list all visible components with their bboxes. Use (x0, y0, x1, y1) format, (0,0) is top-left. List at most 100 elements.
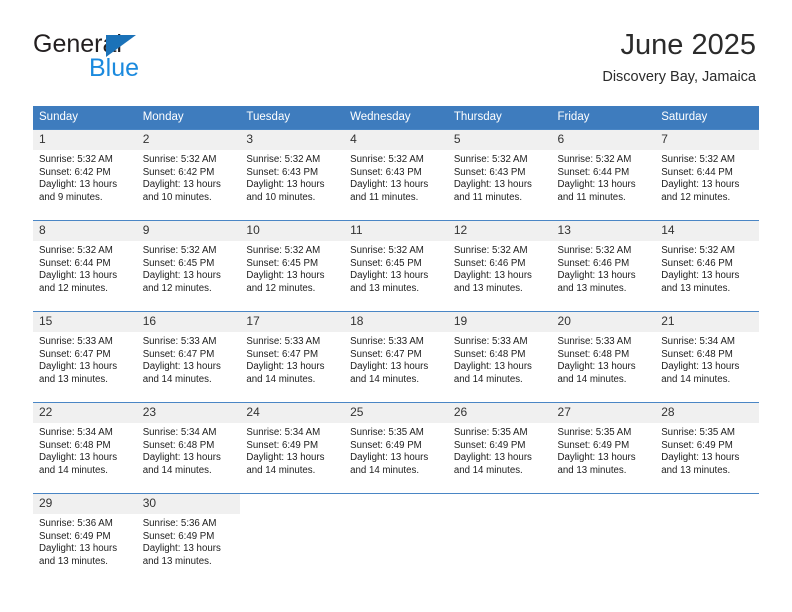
sunset-text: Sunset: 6:42 PM (142, 166, 215, 178)
day-details: Sunrise: 5:35 AM Sunset: 6:49 PM Daylight:… (344, 423, 448, 477)
day-details: Sunrise: 5:32 AM Sunset: 6:43 PM Daylight:… (344, 150, 448, 204)
daylight-text: Daylight: 13 hours and 12 minutes. (246, 270, 325, 294)
calendar-day-cell[interactable]: 23 Sunrise: 5:34 AM Sunset: 6:48 PM Dayligh… (136, 402, 241, 494)
calendar-cell-empty (240, 493, 345, 584)
calendar-day-cell[interactable]: 19 Sunrise: 5:33 AM Sunset: 6:48 PM Dayligh… (447, 311, 552, 403)
sunrise-text: Sunrise: 5:33 AM (350, 336, 424, 347)
calendar-day-cell[interactable]: 4 Sunrise: 5:32 AM Sunset: 6:43 PM Daylight… (344, 129, 448, 221)
calendar-day-cell[interactable]: 8 Sunrise: 5:32 AM Sunset: 6:44 PM Daylight… (33, 220, 137, 312)
weekday-header-monday: Monday (136, 106, 241, 130)
sunset-text: Sunset: 6:43 PM (246, 166, 319, 178)
day-number: 18 (344, 312, 448, 332)
sunset-text: Sunset: 6:48 PM (453, 348, 526, 360)
daylight-text: Daylight: 13 hours and 14 minutes. (661, 361, 740, 385)
daylight-text: Daylight: 13 hours and 13 minutes. (557, 270, 636, 294)
calendar-day-cell[interactable]: 27 Sunrise: 5:35 AM Sunset: 6:49 PM Dayligh… (551, 402, 656, 494)
day-number: 2 (136, 130, 241, 150)
daylight-text: Daylight: 13 hours and 10 minutes. (246, 179, 325, 203)
daylight-text: Daylight: 13 hours and 14 minutes. (142, 452, 221, 476)
day-details: Sunrise: 5:32 AM Sunset: 6:42 PM Daylight:… (33, 150, 137, 204)
day-number: 24 (240, 403, 345, 423)
day-details: Sunrise: 5:32 AM Sunset: 6:45 PM Daylight:… (137, 241, 241, 295)
calendar-day-cell[interactable]: 22 Sunrise: 5:34 AM Sunset: 6:48 PM Dayligh… (33, 402, 137, 494)
calendar-day-cell[interactable]: 21 Sunrise: 5:34 AM Sunset: 6:48 PM Dayligh… (655, 311, 759, 403)
calendar-day-cell[interactable]: 25 Sunrise: 5:35 AM Sunset: 6:49 PM Dayligh… (344, 402, 448, 494)
day-details: Sunrise: 5:33 AM Sunset: 6:48 PM Daylight:… (552, 332, 656, 386)
day-details: Sunrise: 5:35 AM Sunset: 6:49 PM Daylight:… (448, 423, 552, 477)
daylight-text: Daylight: 13 hours and 13 minutes. (39, 543, 118, 567)
daylight-text: Daylight: 13 hours and 14 minutes. (142, 361, 221, 385)
calendar-day-cell[interactable]: 20 Sunrise: 5:33 AM Sunset: 6:48 PM Dayligh… (551, 311, 656, 403)
day-number: 30 (136, 494, 241, 514)
daylight-text: Daylight: 13 hours and 12 minutes. (661, 179, 740, 203)
sunrise-text: Sunrise: 5:32 AM (246, 245, 321, 256)
day-number: 25 (344, 403, 448, 423)
daylight-text: Daylight: 13 hours and 14 minutes. (246, 452, 325, 476)
calendar-day-cell[interactable]: 24 Sunrise: 5:34 AM Sunset: 6:49 PM Dayligh… (240, 402, 345, 494)
day-details: Sunrise: 5:32 AM Sunset: 6:43 PM Daylight:… (448, 150, 552, 204)
calendar-day-cell[interactable]: 3 Sunrise: 5:32 AM Sunset: 6:43 PM Daylight… (240, 129, 345, 221)
calendar-body: 1 Sunrise: 5:32 AM Sunset: 6:42 PM Daylight… (33, 129, 759, 584)
sunrise-text: Sunrise: 5:32 AM (39, 154, 113, 165)
weekday-header-wednesday: Wednesday (344, 106, 448, 130)
calendar-day-cell[interactable]: 30 Sunrise: 5:36 AM Sunset: 6:49 PM Dayligh… (136, 493, 241, 584)
day-number: 19 (447, 312, 552, 332)
calendar-day-cell[interactable]: 14 Sunrise: 5:32 AM Sunset: 6:46 PM Dayligh… (655, 220, 759, 312)
calendar-week-row: 1 Sunrise: 5:32 AM Sunset: 6:42 PM Daylight… (33, 129, 759, 221)
day-number: 7 (655, 130, 759, 150)
daylight-text: Daylight: 13 hours and 13 minutes. (661, 270, 740, 294)
sunset-text: Sunset: 6:47 PM (246, 348, 319, 360)
daylight-text: Daylight: 13 hours and 14 minutes. (350, 361, 429, 385)
day-number: 13 (551, 221, 656, 241)
sunrise-text: Sunrise: 5:35 AM (557, 427, 632, 438)
sunset-text: Sunset: 6:48 PM (661, 348, 733, 360)
calendar-day-cell[interactable]: 7 Sunrise: 5:32 AM Sunset: 6:44 PM Daylight… (655, 129, 759, 221)
day-details: Sunrise: 5:32 AM Sunset: 6:46 PM Daylight:… (552, 241, 656, 295)
sunrise-text: Sunrise: 5:34 AM (142, 427, 217, 438)
calendar-day-cell[interactable]: 10 Sunrise: 5:32 AM Sunset: 6:45 PM Dayligh… (240, 220, 345, 312)
calendar-day-cell[interactable]: 1 Sunrise: 5:32 AM Sunset: 6:42 PM Daylight… (33, 129, 137, 221)
sunrise-text: Sunrise: 5:32 AM (557, 154, 632, 165)
day-number: 23 (136, 403, 241, 423)
sunrise-sunset-calendar: Sunday Monday Tuesday Wednesday Thursday… (33, 106, 759, 584)
day-number: 5 (447, 130, 552, 150)
day-number: 17 (240, 312, 345, 332)
calendar-day-cell[interactable]: 5 Sunrise: 5:32 AM Sunset: 6:43 PM Daylight… (447, 129, 552, 221)
day-number: 9 (136, 221, 241, 241)
general-blue-logo[interactable]: General Blue (33, 30, 173, 82)
calendar-day-cell[interactable]: 9 Sunrise: 5:32 AM Sunset: 6:45 PM Daylight… (136, 220, 241, 312)
day-details: Sunrise: 5:32 AM Sunset: 6:45 PM Daylight:… (344, 241, 448, 295)
day-details: Sunrise: 5:33 AM Sunset: 6:47 PM Daylight:… (137, 332, 241, 386)
sunset-text: Sunset: 6:49 PM (142, 530, 215, 542)
calendar-day-cell[interactable]: 13 Sunrise: 5:32 AM Sunset: 6:46 PM Dayligh… (551, 220, 656, 312)
day-details: Sunrise: 5:36 AM Sunset: 6:49 PM Daylight:… (137, 514, 241, 568)
daylight-text: Daylight: 13 hours and 14 minutes. (557, 361, 636, 385)
daylight-text: Daylight: 13 hours and 13 minutes. (661, 452, 740, 476)
daylight-text: Daylight: 13 hours and 9 minutes. (39, 179, 118, 203)
calendar-day-cell[interactable]: 16 Sunrise: 5:33 AM Sunset: 6:47 PM Dayligh… (136, 311, 241, 403)
daylight-text: Daylight: 13 hours and 14 minutes. (39, 452, 118, 476)
calendar-day-cell[interactable]: 12 Sunrise: 5:32 AM Sunset: 6:46 PM Dayligh… (447, 220, 552, 312)
calendar-day-cell[interactable]: 28 Sunrise: 5:35 AM Sunset: 6:49 PM Dayligh… (655, 402, 759, 494)
daylight-text: Daylight: 13 hours and 13 minutes. (453, 270, 532, 294)
calendar-day-cell[interactable]: 15 Sunrise: 5:33 AM Sunset: 6:47 PM Dayligh… (33, 311, 137, 403)
calendar-day-cell[interactable]: 2 Sunrise: 5:32 AM Sunset: 6:42 PM Daylight… (136, 129, 241, 221)
calendar-day-cell[interactable]: 11 Sunrise: 5:32 AM Sunset: 6:45 PM Dayligh… (344, 220, 448, 312)
day-details: Sunrise: 5:34 AM Sunset: 6:48 PM Daylight:… (655, 332, 759, 386)
calendar-day-cell[interactable]: 17 Sunrise: 5:33 AM Sunset: 6:47 PM Dayligh… (240, 311, 345, 403)
sunset-text: Sunset: 6:49 PM (246, 439, 319, 451)
daylight-text: Daylight: 13 hours and 13 minutes. (39, 361, 118, 385)
calendar-day-cell[interactable]: 18 Sunrise: 5:33 AM Sunset: 6:47 PM Dayligh… (344, 311, 448, 403)
weekday-header-sunday: Sunday (33, 106, 137, 130)
calendar-day-cell[interactable]: 6 Sunrise: 5:32 AM Sunset: 6:44 PM Daylight… (551, 129, 656, 221)
day-details: Sunrise: 5:34 AM Sunset: 6:48 PM Daylight:… (137, 423, 241, 477)
calendar-page: General Blue June 2025 Discovery Bay, Ja… (0, 0, 792, 612)
calendar-day-cell[interactable]: 26 Sunrise: 5:35 AM Sunset: 6:49 PM Dayligh… (447, 402, 552, 494)
title-block: June 2025 Discovery Bay, Jamaica (602, 28, 756, 87)
sunrise-text: Sunrise: 5:34 AM (39, 427, 113, 438)
sunset-text: Sunset: 6:43 PM (453, 166, 526, 178)
calendar-day-cell[interactable]: 29 Sunrise: 5:36 AM Sunset: 6:49 PM Dayligh… (33, 493, 137, 584)
sunset-text: Sunset: 6:42 PM (39, 166, 111, 178)
location-subtitle: Discovery Bay, Jamaica (602, 69, 756, 85)
daylight-text: Daylight: 13 hours and 14 minutes. (453, 452, 532, 476)
